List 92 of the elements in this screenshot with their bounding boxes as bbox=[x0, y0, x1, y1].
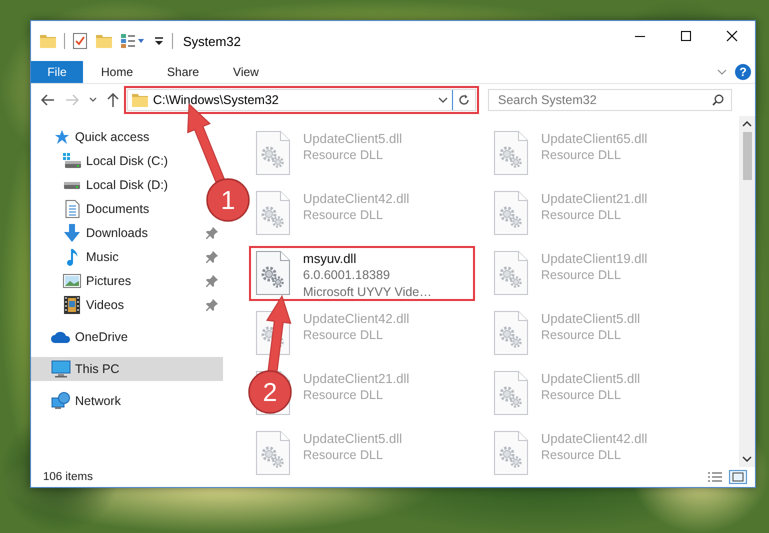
properties-icon[interactable] bbox=[73, 33, 87, 49]
item-count: 106 items bbox=[43, 471, 93, 483]
view-options-icon[interactable] bbox=[121, 34, 145, 48]
tiles-view-icon[interactable] bbox=[729, 470, 747, 484]
back-arrow-icon[interactable] bbox=[41, 94, 55, 106]
search-icon[interactable] bbox=[712, 94, 724, 106]
music-note-icon bbox=[64, 248, 80, 266]
pin-icon bbox=[206, 299, 218, 311]
film-icon bbox=[64, 296, 80, 314]
sidebar-item[interactable]: Pictures bbox=[31, 269, 223, 293]
sidebar-item[interactable]: Network bbox=[31, 389, 125, 413]
file-name: UpdateClient5.dll bbox=[541, 370, 640, 387]
sidebar-item[interactable]: Music bbox=[31, 245, 223, 269]
file-detail: Resource DLL bbox=[303, 387, 384, 404]
cloud-icon bbox=[51, 330, 71, 344]
file-detail: Resource DLL bbox=[303, 327, 384, 344]
sidebar-item[interactable]: This PC bbox=[31, 357, 223, 381]
file-name: UpdateClient19.dll bbox=[541, 250, 648, 267]
file-name: UpdateClient21.dll bbox=[303, 370, 410, 387]
monitor-icon bbox=[51, 360, 71, 378]
file-detail: Resource DLL bbox=[303, 207, 384, 224]
dll-file-icon bbox=[493, 370, 529, 416]
up-arrow-icon[interactable] bbox=[107, 93, 119, 107]
drive-icon bbox=[63, 153, 81, 169]
scroll-down-icon[interactable] bbox=[742, 455, 752, 463]
ribbon-tab[interactable]: Share bbox=[150, 61, 216, 83]
file-name: UpdateClient65.dll bbox=[541, 130, 648, 147]
sidebar-item[interactable]: Documents bbox=[31, 197, 154, 221]
pin-icon bbox=[206, 275, 218, 287]
file-detail: Resource DLL bbox=[541, 387, 622, 404]
dll-file-icon bbox=[255, 130, 291, 176]
sidebar-item[interactable]: Local Disk (C:) bbox=[31, 149, 172, 173]
dropdown-icon[interactable] bbox=[438, 97, 448, 103]
dropdown-icon[interactable] bbox=[154, 36, 164, 46]
pin-icon bbox=[206, 227, 218, 239]
file-item[interactable]: msyuv.dll 6.0.6001.18389 Microsoft UYVY Vide… bbox=[249, 246, 475, 301]
document-icon bbox=[64, 200, 80, 218]
file-detail: Microsoft UYVY Vide… bbox=[303, 284, 432, 301]
sidebar-item[interactable]: Downloads bbox=[31, 221, 223, 245]
refresh-icon[interactable] bbox=[458, 94, 470, 106]
dll-file-icon bbox=[493, 250, 529, 296]
file-name: UpdateClient42.dll bbox=[303, 310, 410, 327]
file-name: UpdateClient42.dll bbox=[303, 190, 410, 207]
file-detail: Resource DLL bbox=[541, 327, 622, 344]
dll-file-icon bbox=[493, 130, 529, 176]
file-detail: Resource DLL bbox=[541, 207, 622, 224]
dll-file-icon bbox=[255, 430, 291, 476]
folder-icon bbox=[132, 93, 148, 107]
scroll-up-icon[interactable] bbox=[742, 120, 752, 128]
window-title: System32 bbox=[183, 34, 241, 48]
picture-icon bbox=[63, 273, 81, 289]
file-detail: Resource DLL bbox=[303, 147, 384, 164]
details-view-icon[interactable] bbox=[707, 471, 723, 483]
star-icon bbox=[53, 129, 69, 145]
file-name: UpdateClient42.dll bbox=[541, 430, 648, 447]
search-field[interactable]: Search System32 bbox=[488, 89, 732, 111]
file-detail: Resource DLL bbox=[541, 147, 622, 164]
step-badge: 1 bbox=[206, 178, 250, 222]
scrollbar[interactable] bbox=[739, 116, 755, 467]
sidebar-item[interactable]: OneDrive bbox=[31, 325, 132, 349]
ribbon-tab[interactable]: View bbox=[216, 61, 276, 83]
drive-icon bbox=[64, 182, 80, 188]
download-icon bbox=[63, 224, 81, 242]
address-bar[interactable]: C:\Windows\System32 bbox=[127, 89, 476, 111]
close-icon bbox=[726, 30, 738, 42]
dll-file-icon bbox=[255, 250, 291, 296]
network-icon bbox=[51, 392, 71, 410]
expand-ribbon-icon[interactable] bbox=[717, 68, 727, 76]
file-name: UpdateClient5.dll bbox=[303, 430, 402, 447]
dll-file-icon bbox=[255, 190, 291, 236]
dll-file-icon bbox=[493, 430, 529, 476]
maximize-icon bbox=[680, 30, 692, 42]
dll-file-icon bbox=[493, 190, 529, 236]
file-tab[interactable]: File bbox=[31, 61, 83, 83]
file-name: msyuv.dll bbox=[303, 250, 358, 267]
dll-file-icon bbox=[493, 310, 529, 356]
pin-icon bbox=[206, 251, 218, 263]
file-name: UpdateClient5.dll bbox=[303, 130, 402, 147]
file-name: UpdateClient5.dll bbox=[541, 310, 640, 327]
file-detail: Resource DLL bbox=[541, 267, 622, 284]
file-detail: Resource DLL bbox=[541, 447, 622, 464]
scrollbar-thumb[interactable] bbox=[742, 132, 752, 180]
help-button[interactable]: ? bbox=[735, 64, 751, 80]
ribbon-tab[interactable]: Home bbox=[84, 61, 150, 83]
sidebar-item[interactable]: Videos bbox=[31, 293, 223, 317]
recent-locations-icon[interactable] bbox=[89, 97, 97, 103]
file-detail: Resource DLL bbox=[303, 447, 384, 464]
sidebar-item[interactable]: Local Disk (D:) bbox=[31, 173, 172, 197]
file-detail: 6.0.6001.18389 bbox=[303, 267, 391, 284]
step-badge: 2 bbox=[248, 370, 292, 414]
sidebar-item[interactable]: Quick access bbox=[31, 125, 154, 149]
file-name: UpdateClient21.dll bbox=[541, 190, 648, 207]
